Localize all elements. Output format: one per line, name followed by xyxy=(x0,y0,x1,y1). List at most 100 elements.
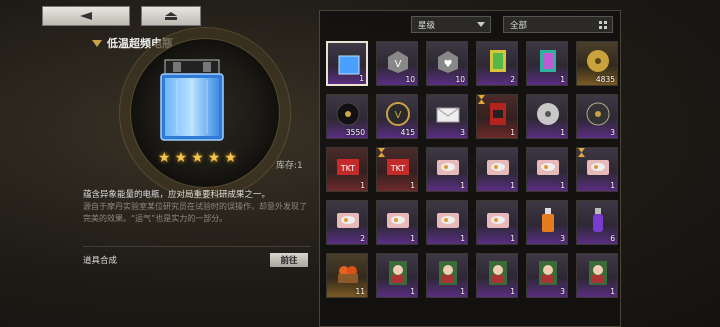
star-filter-dropdown[interactable]: 星级 xyxy=(411,16,491,33)
vinyl-record-icon xyxy=(336,102,360,126)
inventory-slot[interactable]: 3550 xyxy=(326,94,368,139)
inventory-slot[interactable]: 1 xyxy=(426,147,468,192)
purple-potion-icon xyxy=(593,208,603,232)
food-box-icon xyxy=(487,160,509,175)
red-card-icon xyxy=(490,103,506,125)
inventory-slot[interactable]: 1 xyxy=(476,253,518,298)
item-description: 蕴含异象能量的电瓶，应对局重要科研成果之一。 xyxy=(83,190,271,200)
inventory-slot[interactable]: 4835 xyxy=(576,41,618,86)
inventory-grid: 1 V 10 ♥ 10 2 1 4835 3550 V 415 3 1 1 3 TKT 1 TKT 1 1 1 1 1 2 1 1… xyxy=(326,41,618,298)
back-button[interactable] xyxy=(42,6,130,26)
hourglass-icon xyxy=(578,148,585,157)
inventory-slot[interactable]: 3 xyxy=(526,200,568,245)
item-count: 1 xyxy=(359,74,364,83)
inventory-slot[interactable]: 1 xyxy=(426,253,468,298)
inventory-slot[interactable]: ♥ 10 xyxy=(426,41,468,86)
home-button[interactable] xyxy=(141,6,201,26)
card-pack-silver-icon xyxy=(540,50,556,72)
character-card-icon xyxy=(439,261,457,285)
food-box-icon xyxy=(337,213,359,228)
food-box-icon xyxy=(537,160,559,175)
inventory-slot[interactable]: 3 xyxy=(426,94,468,139)
item-count: 1 xyxy=(560,128,565,137)
inventory-slot[interactable]: 1 xyxy=(526,147,568,192)
home-icon xyxy=(165,12,177,20)
inventory-slot[interactable]: 1 xyxy=(476,147,518,192)
item-count: 1 xyxy=(360,181,365,190)
inventory-panel: 星级 全部 1 V 10 ♥ 10 2 1 4835 3550 V 415 3 1 1 3 TKT 1 TKT 1 1… xyxy=(319,10,621,327)
svg-text:♥: ♥ xyxy=(444,59,453,70)
inventory-slot[interactable]: 1 xyxy=(576,253,618,298)
battery-icon xyxy=(338,52,360,75)
character-card-icon xyxy=(589,261,607,285)
item-count: 1 xyxy=(410,234,415,243)
inventory-slot[interactable]: 2 xyxy=(326,200,368,245)
item-count: 1 xyxy=(460,234,465,243)
inventory-slot[interactable]: V 10 xyxy=(376,41,418,86)
item-count: 11 xyxy=(355,287,365,296)
battery-icon xyxy=(160,59,224,141)
category-filter-label: 全部 xyxy=(510,20,528,31)
inventory-slot[interactable]: 1 xyxy=(526,94,568,139)
envelope-icon xyxy=(436,107,460,123)
inventory-slot[interactable]: V 415 xyxy=(376,94,418,139)
item-count: 415 xyxy=(400,128,415,137)
inventory-slot[interactable]: 1 xyxy=(326,41,368,86)
inventory-slot[interactable]: 11 xyxy=(326,253,368,298)
item-count: 3550 xyxy=(345,128,365,137)
item-count: 1 xyxy=(610,287,615,296)
item-count: 10 xyxy=(455,75,465,84)
item-count: 10 xyxy=(405,75,415,84)
inventory-slot[interactable]: 2 xyxy=(476,41,518,86)
star-icon: ★ xyxy=(191,150,204,166)
food-box-icon xyxy=(587,160,609,175)
inventory-slot[interactable]: 1 xyxy=(426,200,468,245)
item-count: 1 xyxy=(410,181,415,190)
inventory-slot[interactable]: 1 xyxy=(476,200,518,245)
collapse-triangle-icon xyxy=(92,39,102,47)
item-count: 3 xyxy=(560,287,565,296)
character-card-icon xyxy=(539,261,557,285)
character-card-icon xyxy=(389,261,407,285)
dark-disc-icon xyxy=(586,102,610,126)
inventory-slot[interactable]: TKT 1 xyxy=(376,147,418,192)
gold-record-icon xyxy=(587,50,609,72)
red-ticket-icon: TKT xyxy=(337,159,359,175)
star-filter-label: 星级 xyxy=(418,20,436,31)
synthesis-label: 道具合成 xyxy=(83,256,118,266)
svg-text:V: V xyxy=(395,59,402,70)
inventory-slot[interactable]: 1 xyxy=(526,41,568,86)
star-icon: ★ xyxy=(207,150,221,166)
star-icon: ★ xyxy=(158,150,171,166)
heart-badge-icon: ♥ xyxy=(438,51,458,73)
orange-drink-icon xyxy=(542,208,554,232)
item-count: 1 xyxy=(460,287,465,296)
grid-icon xyxy=(599,21,607,29)
goto-button[interactable]: 前往 xyxy=(270,253,308,267)
inventory-slot[interactable]: TKT 1 xyxy=(326,147,368,192)
card-pack-gold-icon xyxy=(490,50,506,72)
item-count: 1 xyxy=(560,75,565,84)
inventory-slot[interactable]: 1 xyxy=(576,147,618,192)
inventory-slot[interactable]: 6 xyxy=(576,200,618,245)
item-count: 1 xyxy=(610,181,615,190)
character-card-icon xyxy=(489,261,507,285)
svg-text:TKT: TKT xyxy=(390,164,406,173)
hourglass-icon xyxy=(478,95,485,104)
inventory-slot[interactable]: 1 xyxy=(376,200,418,245)
inventory-slot[interactable]: 3 xyxy=(526,253,568,298)
star-icon: ★ xyxy=(224,150,237,166)
svg-text:TKT: TKT xyxy=(340,164,356,173)
item-count: 3 xyxy=(610,128,615,137)
category-filter-dropdown[interactable]: 全部 xyxy=(503,16,613,33)
item-count: 2 xyxy=(510,75,515,84)
item-count: 1 xyxy=(460,181,465,190)
inventory-slot[interactable]: 3 xyxy=(576,94,618,139)
inventory-slot[interactable]: 1 xyxy=(476,94,518,139)
item-count: 2 xyxy=(360,234,365,243)
svg-text:V: V xyxy=(395,110,402,121)
inventory-slot[interactable]: 1 xyxy=(376,253,418,298)
stock-count: 库存:1 xyxy=(276,161,303,171)
chevron-down-icon xyxy=(477,22,485,27)
item-count: 3 xyxy=(560,234,565,243)
